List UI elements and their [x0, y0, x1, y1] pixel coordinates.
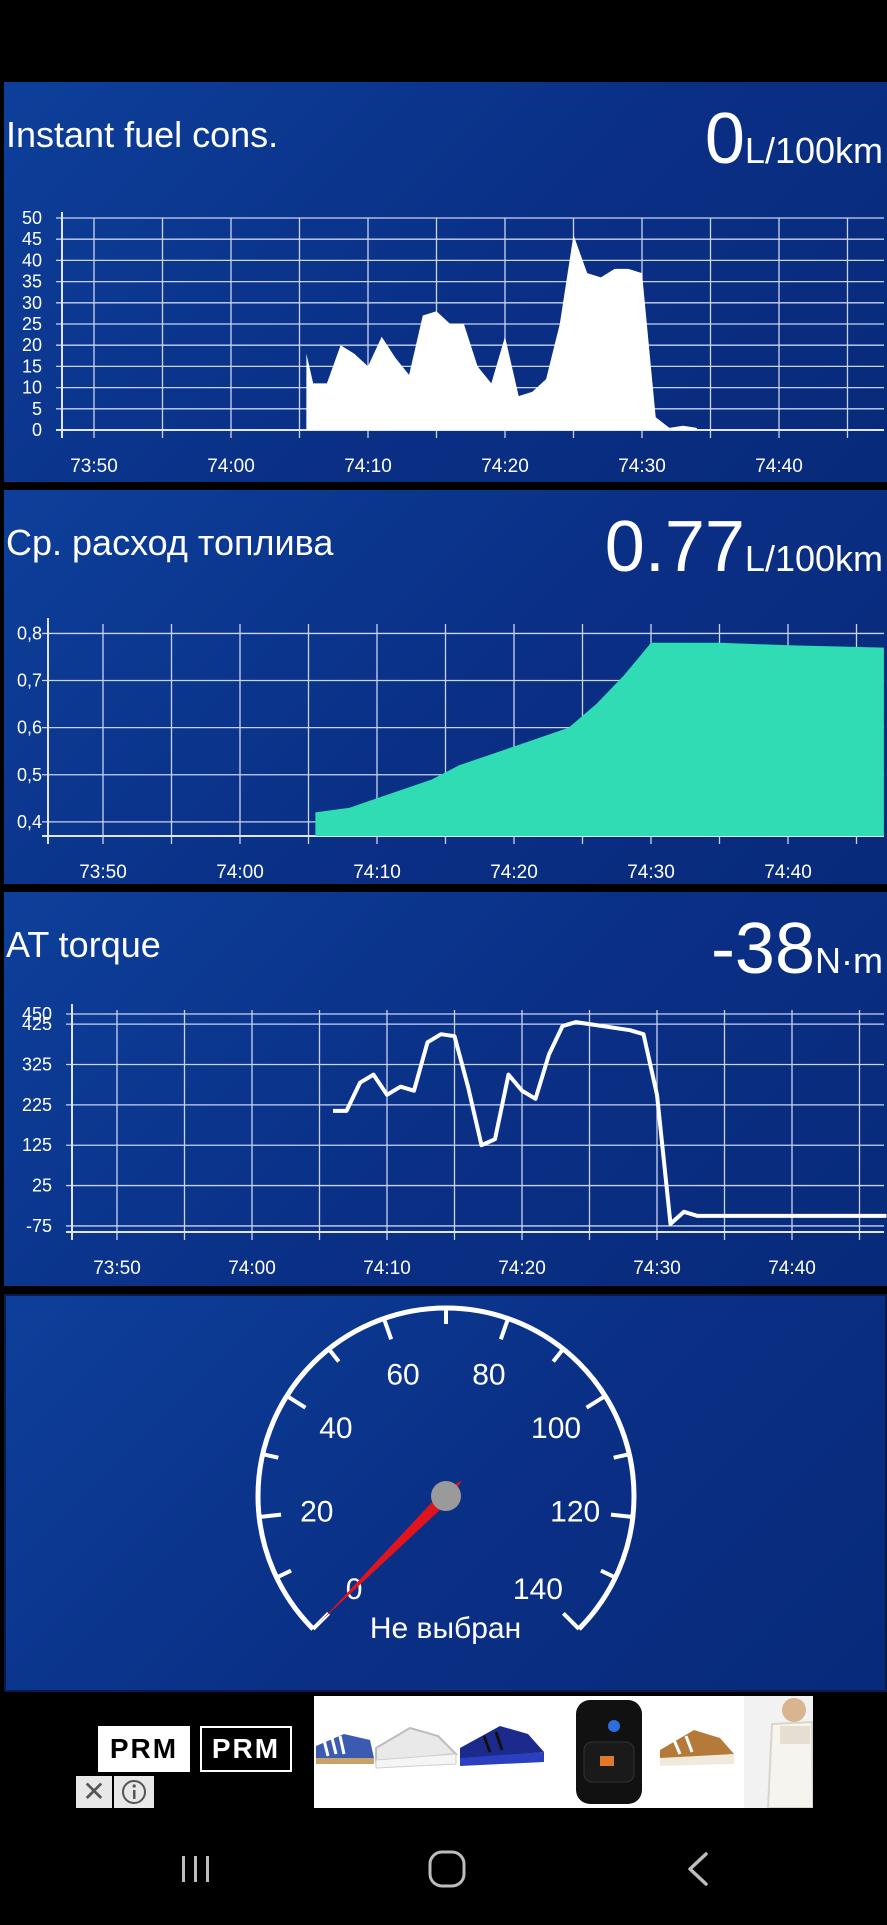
x-tick-label: 73:50 — [70, 456, 118, 477]
avg-fuel-chart: 0,8 0,7 0,6 0,5 0,4 73:50 74:00 74:10 74:20 74:30… — [4, 490, 887, 884]
y-tick-label: 30 — [22, 293, 42, 313]
x-tick-label: 74:30 — [627, 862, 675, 883]
x-tick-label: 74:10 — [344, 456, 392, 477]
gauge-tick — [501, 1319, 508, 1340]
y-tick-label: 5 — [32, 399, 42, 419]
y-tick-label: 225 — [22, 1095, 52, 1115]
x-tick-label: 73:50 — [79, 862, 127, 883]
gauge-tick — [611, 1515, 633, 1517]
y-tick-label: 10 — [22, 378, 42, 398]
y-tick-label: 35 — [22, 272, 42, 292]
y-tick-label: -75 — [26, 1216, 52, 1236]
data-line — [333, 1022, 887, 1224]
gauge-label: Не выбран — [6, 1612, 885, 1646]
backpack-image — [576, 1700, 642, 1804]
y-tick-label: 0,4 — [17, 812, 42, 832]
x-tick-label: 74:10 — [363, 1258, 411, 1279]
y-tick-label: 25 — [22, 314, 42, 334]
y-tick-label: 325 — [22, 1054, 52, 1074]
ad-info-icon[interactable] — [114, 1776, 154, 1808]
y-tick-label: 15 — [22, 356, 42, 376]
gauge-tick — [263, 1454, 279, 1458]
y-tick-label: 425 — [22, 1014, 52, 1034]
x-tick-label: 74:00 — [216, 862, 264, 883]
y-tick-label: 50 — [22, 208, 42, 228]
y-tick-label: 25 — [32, 1176, 52, 1196]
avg-fuel-panel[interactable]: Ср. расход топлива 0.77L/100km 0,80,70,6… — [4, 490, 887, 884]
y-tick-label: 125 — [22, 1135, 52, 1155]
ad-logo-1: PRM — [98, 1726, 190, 1772]
ad-banner[interactable]: PRM PRM ✕ — [74, 1696, 813, 1808]
data-area — [315, 643, 884, 836]
home-button[interactable] — [430, 1852, 464, 1886]
x-tick-label: 74:40 — [768, 1258, 816, 1279]
ad-logo-block[interactable]: PRM PRM ✕ — [74, 1696, 314, 1808]
y-tick-label: 45 — [22, 229, 42, 249]
gauge-tick — [384, 1319, 391, 1340]
gauge-tick-label: 60 — [386, 1358, 419, 1391]
y-tick-label: 0 — [32, 420, 42, 440]
gauge-tick — [259, 1515, 281, 1517]
gauge-tick — [329, 1349, 339, 1362]
x-tick-label: 74:20 — [490, 862, 538, 883]
x-tick-label: 74:30 — [633, 1258, 681, 1279]
recent-apps-button[interactable] — [175, 1848, 215, 1888]
gauge-hub — [431, 1481, 461, 1511]
y-tick-label: 40 — [22, 250, 42, 270]
x-tick-label: 74:40 — [755, 456, 803, 477]
gauge-tick-label: 20 — [300, 1496, 333, 1529]
gauge-arc — [258, 1308, 634, 1629]
x-tick-label: 74:20 — [498, 1258, 546, 1279]
x-tick-label: 74:00 — [207, 456, 255, 477]
data-area — [306, 235, 696, 430]
speed-gauge-panel[interactable]: 020406080100120140 Не выбран — [4, 1294, 887, 1692]
gauge-tick-label: 40 — [319, 1412, 352, 1445]
y-tick-label: 0,8 — [17, 623, 42, 643]
nav-icons — [0, 1808, 887, 1920]
instant-fuel-panel[interactable]: Instant fuel cons. 0L/100km 504540353025… — [4, 82, 887, 482]
gauge-tick — [587, 1396, 606, 1408]
y-tick-label: 20 — [22, 335, 42, 355]
y-tick-label: 0,6 — [17, 718, 42, 738]
instant-fuel-chart: 5045403530252015105073:5074:0074:1074:20… — [4, 82, 887, 482]
x-tick-label: 74:00 — [228, 1258, 276, 1279]
x-tick-label: 74:10 — [353, 862, 401, 883]
system-navigation-bar — [0, 1808, 887, 1920]
jacket-image — [744, 1696, 813, 1808]
x-tick-label: 74:20 — [481, 456, 529, 477]
at-torque-chart: 45042532522512525-7573:5074:0074:1074:20… — [4, 892, 887, 1286]
ad-close-button[interactable]: ✕ — [76, 1776, 112, 1808]
y-tick-label: 0,5 — [17, 765, 42, 785]
gauge-tick-label: 100 — [531, 1412, 581, 1445]
gauge-tick — [287, 1396, 306, 1408]
back-button[interactable] — [690, 1854, 706, 1884]
ad-product-images[interactable] — [314, 1696, 813, 1808]
gauge-tick-label: 140 — [513, 1573, 563, 1606]
x-tick-label: 73:50 — [93, 1258, 141, 1279]
gauge-tick — [614, 1454, 630, 1458]
gauge-tick — [553, 1349, 563, 1362]
y-tick-label: 0,7 — [17, 671, 42, 691]
x-tick-label: 74:40 — [764, 862, 812, 883]
gauge-tick-label: 80 — [472, 1358, 505, 1391]
x-tick-label: 74:30 — [618, 456, 666, 477]
gauge-tick-label: 120 — [550, 1496, 600, 1529]
ad-logo-2: PRM — [200, 1726, 292, 1772]
gauge-tick — [277, 1571, 291, 1578]
gauge-tick — [601, 1571, 615, 1578]
at-torque-panel[interactable]: AT torque -38N·m 45042532522512525-7573:… — [4, 892, 887, 1286]
